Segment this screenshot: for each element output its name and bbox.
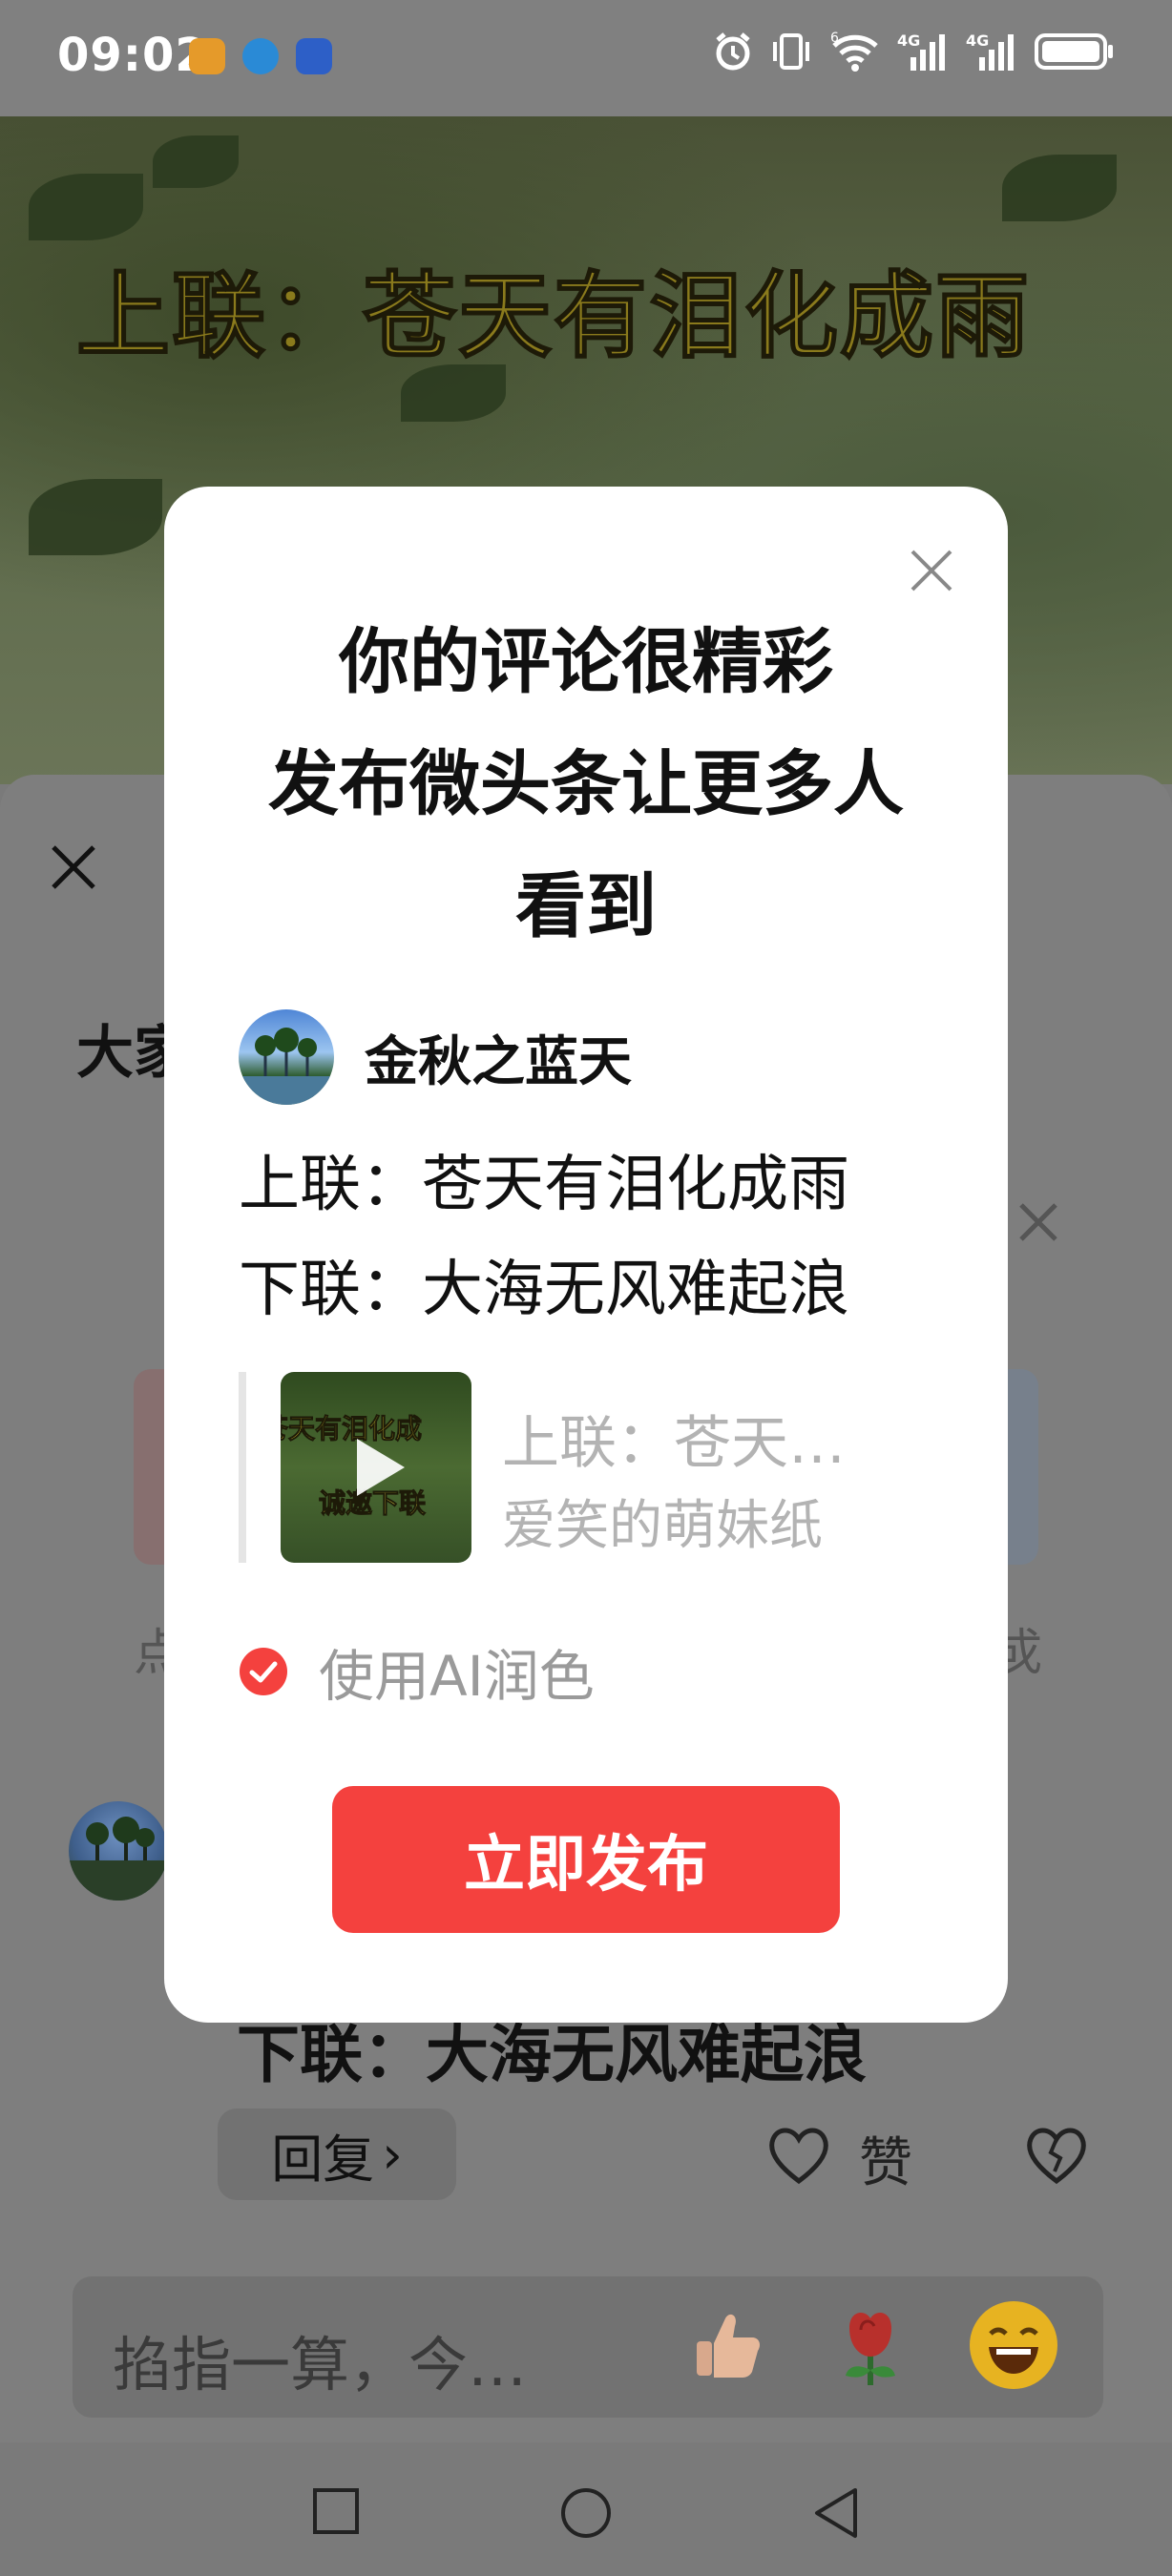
play-icon xyxy=(357,1439,405,1496)
video-thumbnail: 苍天有泪化成 诚邀下联 xyxy=(281,1372,471,1563)
leaf-decoration xyxy=(29,174,143,240)
author-name: 金秋之蓝天 xyxy=(365,1030,632,1093)
dialog-title: 你的评论很精彩 发布微头条让更多人 看到 xyxy=(164,601,1008,967)
navigation-bar xyxy=(0,2442,1172,2576)
svg-text:4G: 4G xyxy=(897,31,920,50)
chevron-right-icon: › xyxy=(382,2124,403,2185)
couplet-line: 上联：苍天有泪化成雨 xyxy=(239,1150,849,1220)
ai-polish-toggle[interactable]: 使用AI润色 xyxy=(239,1631,595,1712)
svg-text:4G: 4G xyxy=(966,31,989,50)
laughing-face-icon[interactable] xyxy=(970,2301,1057,2389)
quoted-post-author: 爱笑的萌妹纸 xyxy=(502,1495,823,1557)
author-row: 金秋之蓝天 xyxy=(239,1009,632,1105)
vibrate-icon xyxy=(773,33,809,70)
baidu-paw-icon xyxy=(296,38,332,74)
message-bubble-icon xyxy=(242,38,279,74)
alarm-icon xyxy=(716,32,750,71)
heart-icon[interactable] xyxy=(764,2120,834,2191)
avatar xyxy=(239,1009,334,1105)
publish-dialog: 你的评论很精彩 发布微头条让更多人 看到 金秋之蓝天 上联：苍天有泪化成雨 下联… xyxy=(164,487,1008,2023)
app-orange-icon xyxy=(189,38,225,74)
back-button[interactable] xyxy=(811,2486,861,2540)
wifi-icon: 6 xyxy=(830,31,878,72)
reply-button[interactable]: 回复 › xyxy=(218,2109,456,2200)
svg-text:6: 6 xyxy=(830,31,839,46)
ai-polish-label: 使用AI润色 xyxy=(319,1644,595,1709)
reply-label: 回复 xyxy=(271,2129,375,2190)
status-bar: 09:02 6 4G 4G xyxy=(0,0,1172,116)
quoted-post-title: 上联：苍天… xyxy=(502,1410,846,1477)
clock: 09:02 xyxy=(57,29,208,82)
checkbox-checked-icon[interactable] xyxy=(239,1647,288,1696)
comment-input-bar[interactable]: 掐指一算，今… xyxy=(73,2276,1103,2418)
thumbs-up-icon[interactable] xyxy=(683,2301,771,2389)
like-label[interactable]: 赞 xyxy=(859,2120,912,2197)
recents-button[interactable] xyxy=(311,2486,361,2536)
signal-4g-icon: 4G xyxy=(966,31,1014,71)
video-title: 上联：苍天有泪化成雨 xyxy=(75,261,1032,372)
leaf-decoration xyxy=(29,479,162,555)
battery-icon xyxy=(1035,33,1113,70)
leaf-decoration xyxy=(153,135,239,188)
comment-input[interactable]: 掐指一算，今… xyxy=(113,2316,527,2402)
close-icon[interactable] xyxy=(905,544,958,597)
close-icon[interactable] xyxy=(1014,1197,1063,1247)
quoted-post[interactable]: 苍天有泪化成 诚邀下联 上联：苍天… 爱笑的萌妹纸 xyxy=(239,1372,935,1563)
home-button[interactable] xyxy=(559,2486,613,2540)
couplet-line: 下联：大海无风难起浪 xyxy=(239,1255,849,1325)
status-icons: 6 4G 4G xyxy=(712,31,1115,73)
dialog-title-line: 看到 xyxy=(515,865,657,947)
dialog-title-line: 你的评论很精彩 xyxy=(339,621,833,703)
signal-4g-icon: 4G xyxy=(897,31,945,71)
broken-heart-icon[interactable] xyxy=(1021,2120,1092,2191)
leaf-decoration xyxy=(1002,155,1117,221)
avatar[interactable] xyxy=(69,1801,168,1901)
close-icon[interactable] xyxy=(46,840,101,895)
publish-button[interactable]: 立即发布 xyxy=(332,1786,840,1933)
rose-icon[interactable] xyxy=(827,2301,914,2389)
dialog-title-line: 发布微头条让更多人 xyxy=(268,743,904,825)
